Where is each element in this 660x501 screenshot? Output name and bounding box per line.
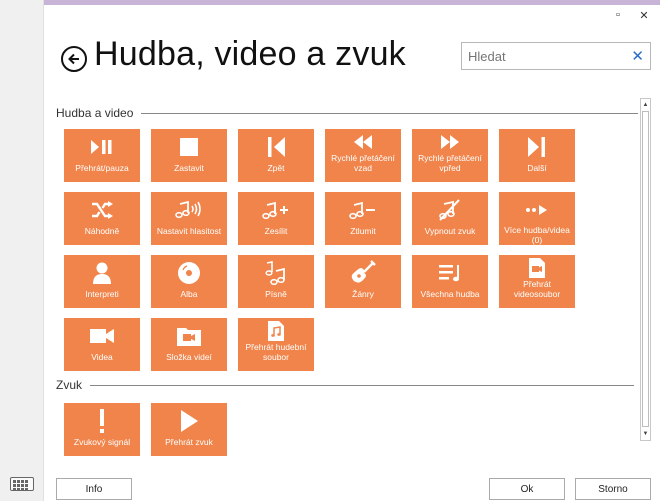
video-folder-icon xyxy=(175,322,203,350)
all-music-icon xyxy=(436,259,464,287)
tile-label: Rychlé přetáčení vzad xyxy=(331,153,395,173)
tile-songs[interactable]: Písně xyxy=(238,255,314,308)
tile-label: Přehrát/pauza xyxy=(75,163,129,173)
tile-all-music[interactable]: Všechna hudba xyxy=(412,255,488,308)
tile-video-file[interactable]: Přehrát videosoubor xyxy=(499,255,575,308)
rewind-icon xyxy=(349,131,377,153)
tile-label: Žánry xyxy=(352,289,374,299)
group-header-sound: Zvuk xyxy=(56,378,635,392)
scroll-up-icon[interactable]: ▲ xyxy=(641,100,650,110)
tile-label: Složka videí xyxy=(166,352,212,362)
scroll-down-icon[interactable]: ▼ xyxy=(641,429,650,439)
tile-label: Vypnout zvuk xyxy=(424,226,476,236)
tile-label: Interpreti xyxy=(85,289,119,299)
volume-up-icon xyxy=(262,196,290,224)
tile-label: Přehrát zvuk xyxy=(165,437,213,447)
back-arrow-icon xyxy=(68,53,79,65)
tile-volume[interactable]: Nastavit hlasitost xyxy=(151,192,227,245)
group-label: Hudba a video xyxy=(56,106,134,120)
side-strip xyxy=(0,0,44,501)
tile-label: Písně xyxy=(265,289,287,299)
tile-next[interactable]: Další xyxy=(499,129,575,182)
tile-play-pause[interactable]: Přehrát/pauza xyxy=(64,129,140,182)
window-controls: ▫ ✕ xyxy=(612,9,650,22)
info-button[interactable]: Info xyxy=(56,478,132,500)
video-camera-icon xyxy=(88,322,116,350)
page-title: Hudba, video a zvuk xyxy=(94,35,406,73)
fast-forward-icon xyxy=(436,131,464,153)
volume-down-icon xyxy=(349,196,377,224)
tile-label: Zpět xyxy=(267,163,285,173)
tile-volume-up[interactable]: Zesílit xyxy=(238,192,314,245)
shuffle-icon xyxy=(88,196,116,224)
tile-label: Přehrát hudební soubor xyxy=(245,342,307,362)
tile-guitar[interactable]: Žánry xyxy=(325,255,401,308)
next-icon xyxy=(523,133,551,161)
scroll-thumb[interactable] xyxy=(642,111,649,427)
group-label: Zvuk xyxy=(56,378,83,392)
close-button[interactable]: ✕ xyxy=(638,9,650,22)
guitar-icon xyxy=(349,259,377,287)
tile-mute[interactable]: Vypnout zvuk xyxy=(412,192,488,245)
play-icon xyxy=(175,407,203,435)
album-icon xyxy=(175,259,203,287)
tile-label: Přehrát videosoubor xyxy=(513,279,561,299)
tile-music-file[interactable]: Přehrát hudební soubor xyxy=(238,318,314,371)
group-header-music-video: Hudba a video xyxy=(56,106,639,120)
tile-alert[interactable]: Zvukový signál xyxy=(64,403,140,456)
search-input[interactable] xyxy=(462,43,622,69)
mute-icon xyxy=(436,196,464,224)
music-file-icon xyxy=(262,320,290,342)
tile-play[interactable]: Přehrát zvuk xyxy=(151,403,227,456)
back-button[interactable] xyxy=(61,46,87,72)
tile-stop[interactable]: Zastavit xyxy=(151,129,227,182)
tile-label: Videa xyxy=(91,352,113,362)
tile-volume-down[interactable]: Ztlumit xyxy=(325,192,401,245)
volume-icon xyxy=(175,196,203,224)
tile-label: Náhodně xyxy=(84,226,120,236)
artist-icon xyxy=(88,259,116,287)
tile-label: Nastavit hlasitost xyxy=(156,226,222,236)
tile-video-folder[interactable]: Složka videí xyxy=(151,318,227,371)
previous-icon xyxy=(262,133,290,161)
tile-video-camera[interactable]: Videa xyxy=(64,318,140,371)
tile-shuffle[interactable]: Náhodně xyxy=(64,192,140,245)
play-pause-icon xyxy=(88,133,116,161)
tile-label: Zesílit xyxy=(264,226,288,236)
tile-fast-forward[interactable]: Rychlé přetáčení vpřed xyxy=(412,129,488,182)
tile-label: Zvukový signál xyxy=(73,437,131,447)
group-divider xyxy=(141,112,639,114)
ok-button[interactable]: Ok xyxy=(489,478,565,500)
tile-label: Zastavit xyxy=(174,163,204,173)
minimize-button[interactable]: ▫ xyxy=(612,9,624,22)
search-box[interactable]: ✕ xyxy=(461,42,651,70)
tile-label: Další xyxy=(527,163,547,173)
tile-label: Všechna hudba xyxy=(420,289,480,299)
tile-previous[interactable]: Zpět xyxy=(238,129,314,182)
tile-label: Ztlumit xyxy=(350,226,376,236)
scrollbar[interactable]: ▲ ▼ xyxy=(640,98,651,441)
stop-icon xyxy=(175,133,203,161)
cancel-button[interactable]: Storno xyxy=(575,478,651,500)
tile-more[interactable]: Více hudba/videa (0) xyxy=(499,192,575,245)
video-file-icon xyxy=(523,257,551,279)
tile-label: Alba xyxy=(180,289,198,299)
keyboard-icon[interactable] xyxy=(10,477,34,491)
more-icon xyxy=(523,196,551,223)
tile-album[interactable]: Alba xyxy=(151,255,227,308)
tile-artist[interactable]: Interpreti xyxy=(64,255,140,308)
tile-rewind[interactable]: Rychlé přetáčení vzad xyxy=(325,129,401,182)
tile-label: Více hudba/videa (0) xyxy=(504,225,570,245)
dialog-window: ▫ ✕ Hudba, video a zvuk ✕ Hudba a video … xyxy=(44,5,660,501)
alert-icon xyxy=(88,407,116,435)
songs-icon xyxy=(262,259,290,287)
tile-label: Rychlé přetáčení vpřed xyxy=(418,153,482,173)
search-clear-icon[interactable]: ✕ xyxy=(631,47,644,65)
group-divider xyxy=(90,384,635,386)
